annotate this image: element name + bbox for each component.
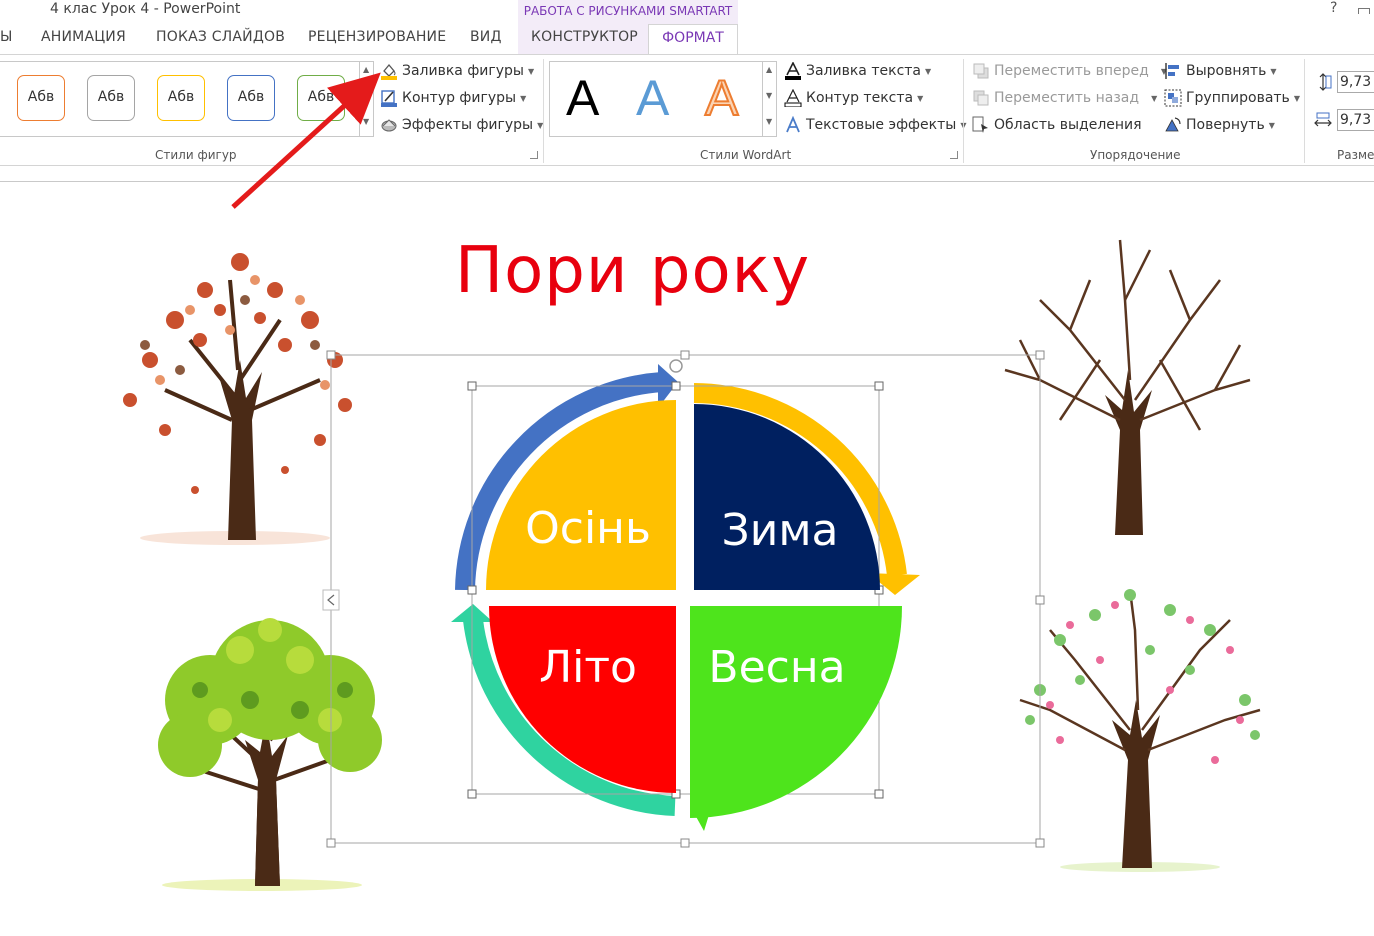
quadrant-label-spring: Весна <box>708 642 845 693</box>
smartart-outer-selection[interactable] <box>322 350 1045 848</box>
slide-canvas: Осінь Зима Літо Весна <box>123 72 1261 891</box>
rotate-handle-icon[interactable] <box>669 359 683 373</box>
red-pointer-arrow <box>231 72 381 209</box>
cycle-arrows[interactable] <box>451 364 920 831</box>
slide-title[interactable]: Пори року <box>455 234 810 308</box>
quadrant-label-winter: Зима <box>722 505 839 556</box>
quadrant-spring[interactable] <box>690 606 902 818</box>
winter-tree-image[interactable] <box>1004 239 1251 535</box>
quadrant-label-autumn: Осінь <box>525 503 651 554</box>
autumn-tree-image[interactable] <box>123 253 352 545</box>
quadrant-summer[interactable] <box>489 606 676 793</box>
quadrant-autumn[interactable] <box>486 400 676 590</box>
quadrant-winter[interactable] <box>694 404 880 590</box>
quadrant-label-summer: Літо <box>539 642 637 693</box>
spring-tree-image[interactable] <box>1019 589 1261 872</box>
summer-tree-image[interactable] <box>158 618 382 891</box>
